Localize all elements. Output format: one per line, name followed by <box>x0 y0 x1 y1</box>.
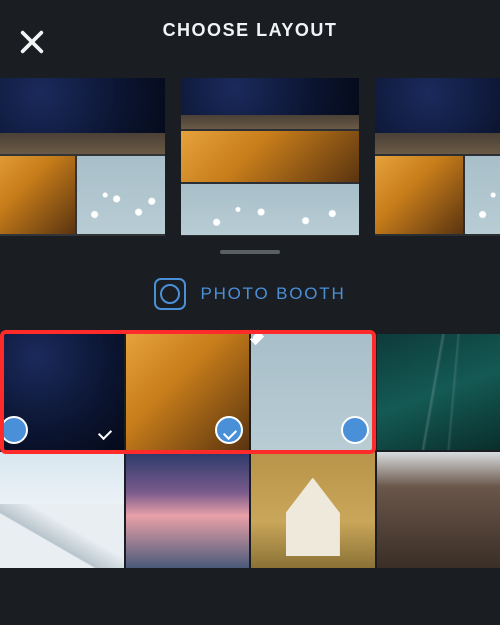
camera-icon <box>154 278 186 310</box>
photo-thumb[interactable] <box>251 452 375 568</box>
header: CHOOSE LAYOUT <box>0 0 500 60</box>
grid-row <box>0 452 500 568</box>
photo-thumb[interactable] <box>377 452 500 568</box>
carousel-pager[interactable] <box>220 250 280 254</box>
photo-booth-label: PHOTO BOOTH <box>200 284 345 304</box>
photo-thumb[interactable] <box>0 334 124 450</box>
photo-thumb[interactable] <box>126 334 250 450</box>
page-title: CHOOSE LAYOUT <box>163 20 338 41</box>
photo-thumb[interactable] <box>251 334 375 450</box>
photo-thumb[interactable] <box>377 334 500 450</box>
photo-thumb[interactable] <box>126 452 250 568</box>
layout-option[interactable] <box>181 78 359 236</box>
layout-carousel[interactable] <box>0 60 500 250</box>
photo-booth-button[interactable]: PHOTO BOOTH <box>0 272 500 316</box>
photo-thumb[interactable] <box>0 452 124 568</box>
photo-grid <box>0 334 500 568</box>
close-icon <box>18 28 46 56</box>
layout-option[interactable] <box>0 78 165 236</box>
close-button[interactable] <box>18 28 46 56</box>
layout-option[interactable] <box>375 78 500 236</box>
grid-row <box>0 334 500 450</box>
